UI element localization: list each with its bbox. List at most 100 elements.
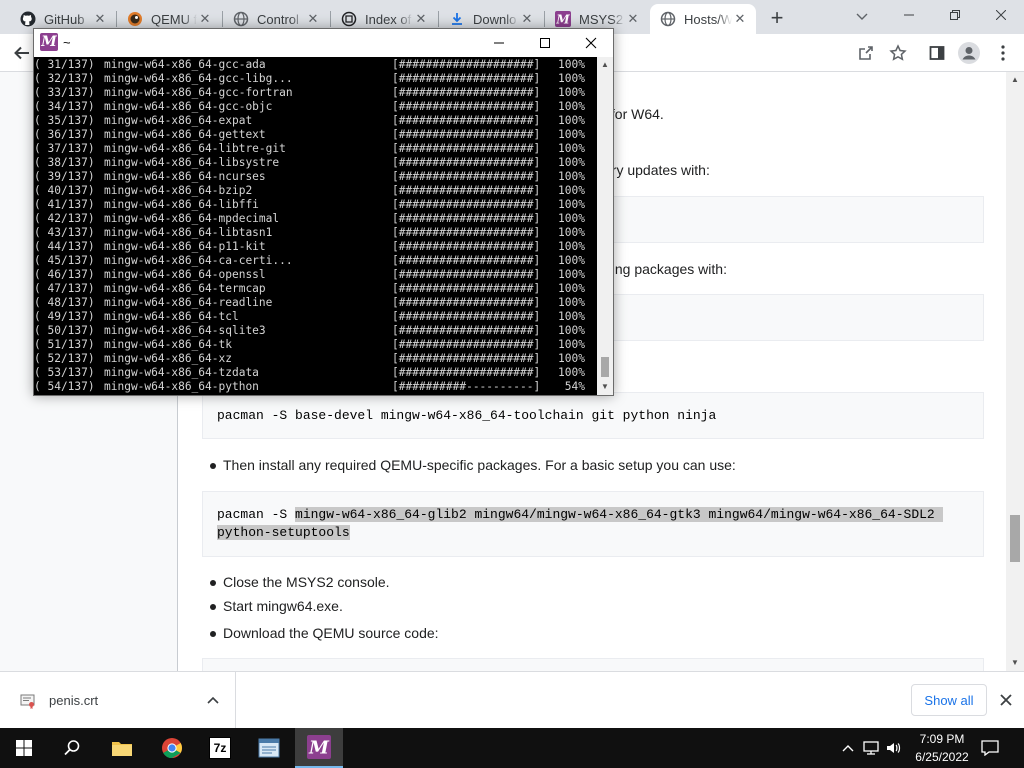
toolchain-command[interactable]: pacman -S base-devel mingw-w64-x86_64-to… [217, 408, 716, 423]
pkg-name: mingw-w64-x86_64-ca-certi... [104, 254, 293, 267]
7zip-icon[interactable]: 7z [196, 728, 244, 768]
progress-percent: 100% [558, 86, 585, 99]
menu-kebab-icon[interactable] [992, 42, 1014, 64]
volume-icon[interactable] [884, 738, 904, 758]
scroll-up-arrow-icon[interactable]: ▲ [597, 57, 613, 73]
back-button[interactable] [10, 41, 34, 65]
progress-bar: [####################] [392, 254, 541, 267]
bullet-dot [210, 463, 216, 469]
progress-bar: [####################] [392, 324, 541, 337]
progress-percent: 100% [558, 128, 585, 141]
pkg-name: mingw-w64-x86_64-expat [104, 114, 253, 127]
pkg-name: mingw-w64-x86_64-termcap [104, 282, 266, 295]
progress-bar: [####################] [392, 268, 541, 281]
pkg-name: mingw-w64-x86_64-libtre-git [104, 142, 286, 155]
terminal-scrollbar[interactable]: ▲ ▼ [597, 57, 613, 395]
scroll-down-arrow-icon[interactable]: ▼ [597, 379, 613, 395]
page-scroll-thumb[interactable] [1010, 515, 1020, 562]
notepad-icon[interactable] [245, 728, 293, 768]
progress-bar: [####################] [392, 338, 541, 351]
bookmark-star-icon[interactable] [887, 42, 909, 64]
msys2-taskbar-icon[interactable]: M [295, 728, 343, 768]
notifications-icon[interactable] [980, 738, 1000, 758]
pkg-counter: ( 44/137) [34, 240, 95, 253]
pkg-name: mingw-w64-x86_64-libffi [104, 198, 259, 211]
minimize-button[interactable] [886, 0, 932, 30]
pkg-counter: ( 50/137) [34, 324, 95, 337]
share-icon[interactable] [855, 42, 877, 64]
progress-percent: 100% [558, 156, 585, 169]
terminal-screen[interactable]: ( 31/137) mingw-w64-x86_64-gcc-ada [######… [34, 57, 597, 395]
terminal-title-bar[interactable]: M ~ [34, 29, 613, 57]
scroll-up-arrow-icon[interactable]: ▲ [1006, 72, 1024, 88]
close-icon[interactable]: ✕ [92, 11, 108, 27]
profile-avatar-icon[interactable] [958, 42, 980, 64]
bullet-qemu-packages: Then install any required QEMU-specific … [223, 457, 736, 473]
progress-bar: [####################] [392, 296, 541, 309]
code-box-toolchain: pacman -S base-devel mingw-w64-x86_64-to… [202, 392, 984, 439]
close-window-button[interactable] [978, 0, 1024, 30]
download-item[interactable]: penis.crt [0, 672, 236, 728]
qemu-packages-command-line2[interactable]: python-setuptools [217, 525, 350, 540]
progress-percent: 100% [558, 184, 585, 197]
scroll-down-arrow-icon[interactable]: ▼ [1006, 655, 1024, 671]
chevron-up-icon[interactable] [204, 691, 222, 709]
download-icon [449, 11, 465, 27]
pkg-name: mingw-w64-x86_64-tcl [104, 310, 239, 323]
terminal-scroll-thumb[interactable] [601, 357, 609, 377]
close-icon[interactable]: ✕ [413, 11, 429, 27]
restore-button[interactable] [932, 0, 978, 30]
progress-percent: 100% [558, 72, 585, 85]
tab-title: MSYS2 [579, 11, 624, 27]
clock-date[interactable]: 6/25/2022 [902, 750, 982, 764]
start-button[interactable] [0, 728, 48, 768]
progress-percent: 100% [558, 352, 585, 365]
progress-bar: [####################] [392, 142, 541, 155]
close-icon[interactable]: ✕ [305, 11, 321, 27]
close-icon[interactable]: ✕ [519, 11, 535, 27]
terminal-minimize-button[interactable] [476, 29, 522, 57]
bullet-download-source: Download the QEMU source code: [223, 625, 439, 641]
terminal-close-button[interactable] [568, 29, 614, 57]
pkg-name: mingw-w64-x86_64-ncurses [104, 170, 266, 183]
progress-percent: 100% [558, 240, 585, 253]
close-download-bar-icon[interactable] [996, 690, 1016, 710]
progress-bar: [##########----------] [392, 380, 541, 393]
pkg-counter: ( 45/137) [34, 254, 95, 267]
progress-percent: 100% [558, 366, 585, 379]
code-box-git-clone [202, 658, 984, 671]
progress-bar: [####################] [392, 72, 541, 85]
search-icon[interactable] [48, 728, 96, 768]
close-icon[interactable]: ✕ [625, 11, 641, 27]
pkg-counter: ( 40/137) [34, 184, 95, 197]
qemu-icon [127, 11, 143, 27]
show-all-button[interactable]: Show all [911, 684, 987, 716]
pkg-counter: ( 47/137) [34, 282, 95, 295]
pkg-counter: ( 52/137) [34, 352, 95, 365]
qemu-packages-command-line1[interactable]: pacman -S mingw-w64-x86_64-glib2 mingw64… [217, 507, 943, 522]
tab-search-chevron-icon[interactable] [852, 7, 872, 27]
close-icon[interactable]: ✕ [732, 11, 748, 27]
globe-icon [660, 11, 676, 27]
terminal-maximize-button[interactable] [522, 29, 568, 57]
pkg-counter: ( 34/137) [34, 100, 95, 113]
chrome-icon[interactable] [148, 728, 196, 768]
new-tab-button[interactable]: + [764, 6, 790, 32]
partial-text-updates: ory updates with: [604, 162, 710, 178]
progress-bar: [####################] [392, 282, 541, 295]
page-scrollbar[interactable]: ▲ ▼ [1006, 72, 1024, 671]
pkg-name: mingw-w64-x86_64-bzip2 [104, 184, 253, 197]
side-panel-icon[interactable] [926, 42, 948, 64]
pkg-counter: ( 53/137) [34, 366, 95, 379]
clock-time[interactable]: 7:09 PM [902, 732, 982, 746]
network-icon[interactable] [862, 738, 882, 758]
pkg-counter: ( 32/137) [34, 72, 95, 85]
pkg-name: mingw-w64-x86_64-libsystre [104, 156, 280, 169]
bullet-dot [210, 580, 216, 586]
progress-percent: 100% [558, 100, 585, 113]
tab-hosts-active[interactable]: Hosts/W ✕ [650, 4, 756, 34]
msys2-terminal-window[interactable]: M ~ ( 31/137) mingw-w64-x86_64-gcc-ada [##… [33, 28, 614, 396]
chevron-up-tray-icon[interactable] [838, 738, 858, 758]
file-explorer-icon[interactable] [98, 728, 146, 768]
close-icon[interactable]: ✕ [197, 11, 213, 27]
